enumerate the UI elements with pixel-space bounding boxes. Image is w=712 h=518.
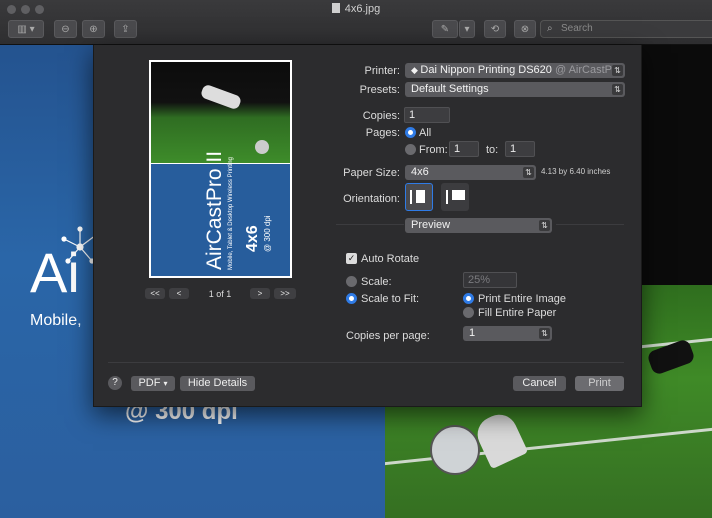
popup-arrows-icon: ⇅ xyxy=(539,220,550,231)
orientation-label: Orientation: xyxy=(343,193,400,205)
window-title: 4x6.jpg xyxy=(0,3,712,15)
sidebar-toggle-button[interactable]: ▥ ▾ xyxy=(8,20,44,38)
preview-player xyxy=(199,83,243,111)
markup-toolbar-icon[interactable]: ⊗ xyxy=(514,20,536,38)
section-divider xyxy=(336,224,404,225)
portrait-page-icon xyxy=(416,190,425,203)
paper-dimensions: 4.13 by 6.40 inches xyxy=(541,167,611,176)
landscape-arrow-icon xyxy=(446,190,448,204)
popup-arrows-icon: ⇅ xyxy=(539,328,550,339)
last-page-button[interactable]: >> xyxy=(274,288,296,299)
paper-size-label: Paper Size: xyxy=(343,167,400,179)
rotate-icon[interactable]: ⟲ xyxy=(484,20,506,38)
pages-range-radio[interactable] xyxy=(405,144,416,155)
footer-divider xyxy=(108,362,624,363)
auto-rotate-label: Auto Rotate xyxy=(361,253,420,265)
document-icon xyxy=(331,3,340,13)
pages-label: Pages: xyxy=(365,127,400,139)
cancel-button[interactable]: Cancel xyxy=(513,376,566,391)
previous-page-button[interactable]: < xyxy=(169,288,189,299)
pages-to-label: to: xyxy=(486,144,499,156)
preview-ball xyxy=(255,140,269,154)
help-button[interactable]: ? xyxy=(108,376,122,390)
section-divider xyxy=(556,224,624,225)
markup-pen-icon[interactable]: ✎ xyxy=(432,20,458,38)
fill-entire-paper-radio[interactable] xyxy=(463,307,474,318)
scale-input[interactable]: 25% xyxy=(463,272,517,288)
printer-icon: ◆ xyxy=(411,65,421,75)
presets-label: Presets: xyxy=(359,84,400,96)
landscape-page-icon xyxy=(452,190,465,200)
pages-all-radio[interactable] xyxy=(405,127,416,138)
popup-arrows-icon: ⇅ xyxy=(612,65,623,76)
copies-input[interactable]: 1 xyxy=(404,107,450,123)
pages-from-input[interactable]: 1 xyxy=(449,141,479,157)
copies-label: Copies: xyxy=(362,110,400,122)
pages-to-input[interactable]: 1 xyxy=(505,141,535,157)
preview-photo-area xyxy=(151,62,290,163)
search-input[interactable]: ⌕ Search xyxy=(540,20,712,38)
print-button[interactable]: Print xyxy=(575,376,624,391)
preview-text-area: AirCastPro II Mobile, Tablet & Desktop W… xyxy=(151,151,290,276)
background-subtitle: Mobile, xyxy=(30,312,82,329)
pdf-menu-button[interactable]: PDF ▾ xyxy=(131,376,175,391)
soccer-ball xyxy=(430,425,480,475)
chevron-down-icon: ▾ xyxy=(163,379,168,388)
window-titlebar: 4x6.jpg ▥ ▾ ⊖ ⊕ ⇪ ✎ ▾ ⟲ ⊗ ⌕ Search xyxy=(0,0,712,45)
paper-size-popup[interactable]: 4x6 ⇅ xyxy=(405,165,536,180)
scale-label: Scale: xyxy=(361,276,392,288)
printer-popup[interactable]: ◆ Dai Nippon Printing DS620 @ AirCastPro… xyxy=(405,63,625,78)
popup-arrows-icon: ⇅ xyxy=(523,167,534,178)
copies-per-page-label: Copies per page: xyxy=(346,330,430,342)
scale-to-fit-label: Scale to Fit: xyxy=(361,293,420,305)
first-page-button[interactable]: << xyxy=(145,288,165,299)
markup-menu-chevron-icon[interactable]: ▾ xyxy=(459,20,475,38)
fill-entire-paper-label: Fill Entire Paper xyxy=(478,307,557,319)
pages-all-label: All xyxy=(419,127,432,139)
preview-dpi: @ 300 dpi xyxy=(263,215,272,252)
print-entire-image-label: Print Entire Image xyxy=(478,293,567,305)
printer-label: Printer: xyxy=(364,65,400,77)
player-leg xyxy=(471,408,529,470)
zoom-in-button[interactable]: ⊕ xyxy=(82,20,105,38)
scale-radio[interactable] xyxy=(346,276,357,287)
portrait-orientation-button[interactable] xyxy=(405,183,433,211)
presets-popup[interactable]: Default Settings ⇅ xyxy=(405,82,625,97)
scale-to-fit-radio[interactable] xyxy=(346,293,357,304)
copies-per-page-popup[interactable]: 1 ⇅ xyxy=(463,326,552,341)
landscape-orientation-button[interactable] xyxy=(441,183,469,211)
next-page-button[interactable]: > xyxy=(250,288,270,299)
preview-brand: AirCastPro II xyxy=(203,150,226,270)
popup-arrows-icon: ⇅ xyxy=(612,84,623,95)
section-popup[interactable]: Preview ⇅ xyxy=(405,218,552,233)
pages-from-label: From: xyxy=(419,144,448,156)
search-icon: ⌕ xyxy=(547,23,553,34)
hide-details-button[interactable]: Hide Details xyxy=(180,376,255,391)
auto-rotate-checkbox[interactable]: ✓ xyxy=(346,253,357,264)
share-icon[interactable]: ⇪ xyxy=(114,20,137,38)
preview-tagline: Mobile, Tablet & Desktop Wireless Printi… xyxy=(228,157,234,270)
portrait-arrow-icon xyxy=(410,190,412,204)
page-indicator: 1 of 1 xyxy=(208,289,232,299)
print-entire-image-radio[interactable] xyxy=(463,293,474,304)
preview-size: 4x6 xyxy=(244,225,261,252)
zoom-out-button[interactable]: ⊖ xyxy=(54,20,77,38)
